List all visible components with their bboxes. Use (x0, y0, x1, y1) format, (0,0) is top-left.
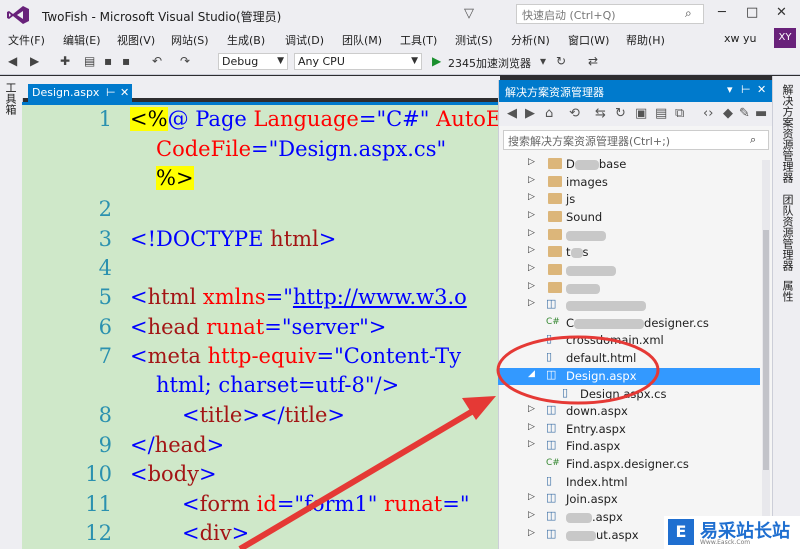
annotation-overlay (238, 335, 660, 549)
watermark-logo: E (668, 519, 694, 545)
highlight-ellipse (496, 335, 660, 405)
annotation-arrow-shaft (238, 405, 480, 549)
watermark: E 易采站长站 Www.Easck.Com (664, 516, 800, 549)
watermark-subtext: Www.Easck.Com (700, 539, 751, 546)
